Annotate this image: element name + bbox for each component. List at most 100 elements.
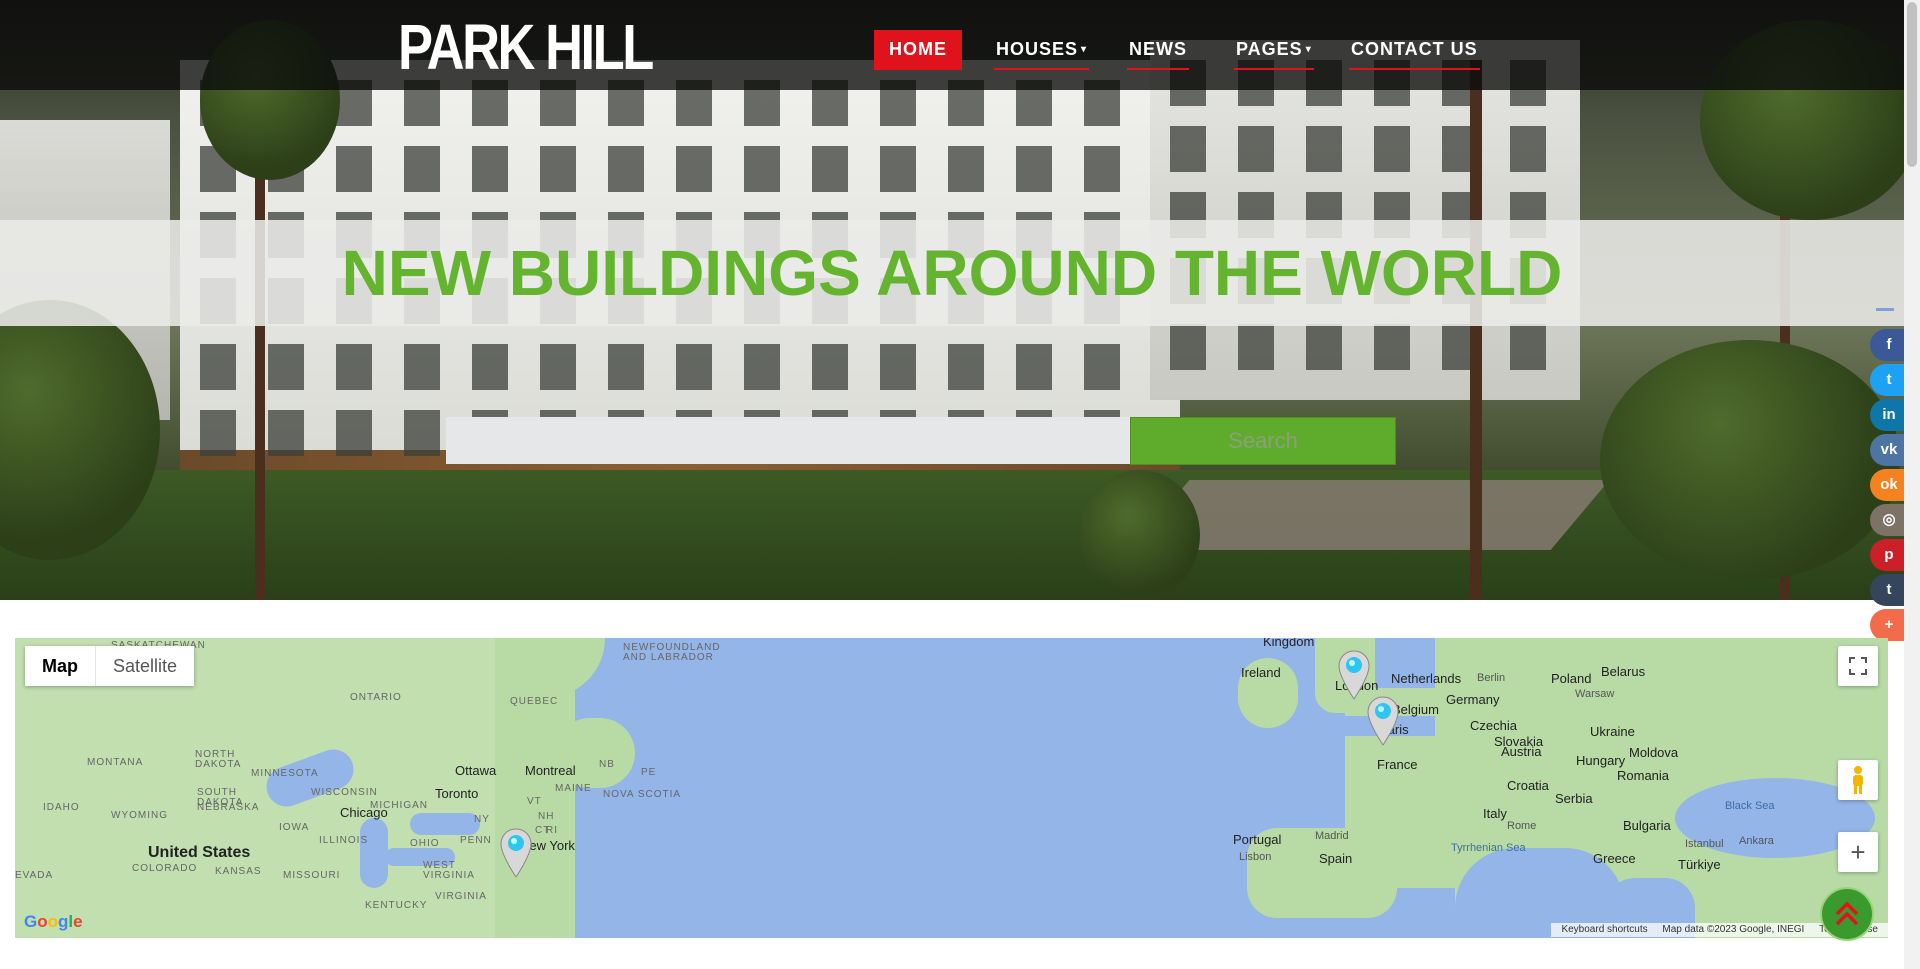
building-window bbox=[1016, 146, 1052, 192]
building-window bbox=[608, 344, 644, 390]
building-window bbox=[404, 410, 440, 456]
linkedin-icon[interactable]: in bbox=[1870, 399, 1904, 431]
map-label: IOWA bbox=[279, 822, 310, 833]
map-label: Lisbon bbox=[1239, 851, 1272, 863]
search-input[interactable] bbox=[446, 417, 1130, 464]
map-label: Warsaw bbox=[1575, 688, 1615, 700]
page-scrollbar-thumb[interactable] bbox=[1907, 2, 1917, 167]
site-logo[interactable]: PARK HILL bbox=[398, 12, 654, 82]
building-window bbox=[1016, 344, 1052, 390]
map-label: Madrid bbox=[1315, 830, 1349, 842]
map-label: PE bbox=[641, 767, 657, 778]
social-bar-toggle[interactable] bbox=[1876, 308, 1894, 311]
walkway bbox=[1130, 480, 1610, 550]
map-label: ONTARIO bbox=[350, 692, 402, 703]
map-label: VIRGINIA bbox=[423, 870, 475, 881]
building-window bbox=[200, 410, 236, 456]
map-label: Ukraine bbox=[1590, 724, 1635, 739]
chevron-down-icon: ▾ bbox=[1081, 44, 1088, 56]
building-window bbox=[336, 410, 372, 456]
map-label: United States bbox=[148, 844, 251, 861]
keyboard-shortcuts-link[interactable]: Keyboard shortcuts bbox=[1561, 924, 1647, 935]
building-window bbox=[540, 344, 576, 390]
map-label: Croatia bbox=[1507, 778, 1549, 793]
map-lake-ontario bbox=[410, 813, 480, 835]
back-to-top-button[interactable] bbox=[1822, 889, 1872, 939]
map-marker-new-york[interactable] bbox=[499, 828, 533, 878]
map-label: Moldova bbox=[1629, 745, 1679, 760]
map-label: Istanbul bbox=[1685, 838, 1724, 850]
tree bbox=[1080, 470, 1200, 600]
map-label: DAKOTA bbox=[195, 759, 242, 770]
building-window bbox=[1238, 324, 1274, 370]
tree bbox=[1600, 340, 1900, 580]
building-window bbox=[1238, 126, 1274, 172]
map-label: MAINE bbox=[555, 783, 592, 794]
nav-contact-us[interactable]: CONTACT US bbox=[1349, 30, 1480, 70]
map-label: ILLINOIS bbox=[319, 835, 369, 846]
building-window bbox=[1510, 126, 1546, 172]
nav-home[interactable]: HOME bbox=[874, 30, 962, 70]
map-data-text: Map data ©2023 Google, INEGI bbox=[1662, 924, 1805, 935]
building-window bbox=[404, 146, 440, 192]
map-label: Ottawa bbox=[455, 763, 497, 778]
building-window bbox=[1170, 126, 1206, 172]
map-type-map-button[interactable]: Map bbox=[25, 646, 95, 686]
map-label: QUEBEC bbox=[510, 696, 559, 707]
map-marker-paris[interactable] bbox=[1366, 696, 1400, 746]
instagram-icon[interactable]: ◎ bbox=[1870, 504, 1904, 536]
street-view-pegman[interactable] bbox=[1838, 760, 1878, 800]
map-label: Chicago bbox=[340, 805, 388, 820]
facebook-icon[interactable]: f bbox=[1870, 329, 1904, 361]
vk-icon[interactable]: vk bbox=[1870, 434, 1904, 466]
map-label: WYOMING bbox=[111, 810, 168, 821]
map-label: Portugal bbox=[1233, 832, 1282, 847]
map-marker-london[interactable] bbox=[1337, 650, 1371, 700]
google-map[interactable]: SASKATCHEWANNEWFOUNDLANDAND LABRADORONTA… bbox=[15, 638, 1888, 938]
more-icon[interactable]: + bbox=[1870, 609, 1904, 641]
building-window bbox=[880, 344, 916, 390]
map-label: Poland bbox=[1551, 671, 1592, 686]
building-window bbox=[948, 146, 984, 192]
pinterest-icon[interactable]: p bbox=[1870, 539, 1904, 571]
map-label: VT bbox=[527, 796, 542, 807]
building-window bbox=[472, 146, 508, 192]
twitter-icon[interactable]: t bbox=[1870, 364, 1904, 396]
map-type-satellite-button[interactable]: Satellite bbox=[95, 646, 194, 686]
map-label: EVADA bbox=[15, 870, 54, 881]
building-window bbox=[608, 146, 644, 192]
odnoklassniki-icon[interactable]: ok bbox=[1870, 469, 1904, 501]
building-window bbox=[1170, 324, 1206, 370]
building-window bbox=[744, 146, 780, 192]
double-chevron-up-icon bbox=[1835, 901, 1859, 926]
fullscreen-button[interactable] bbox=[1838, 646, 1878, 686]
map-label: MISSOURI bbox=[283, 870, 341, 881]
search-button[interactable]: Search bbox=[1130, 417, 1396, 465]
nav-news[interactable]: NEWS bbox=[1127, 30, 1189, 70]
map-label: NB bbox=[599, 759, 615, 770]
building-window bbox=[472, 344, 508, 390]
nav-pages[interactable]: PAGES ▾ bbox=[1234, 30, 1314, 70]
map-label: COLORADO bbox=[132, 863, 198, 874]
tumblr-icon[interactable]: t bbox=[1870, 574, 1904, 606]
map-label: NY bbox=[474, 814, 490, 825]
building-window bbox=[676, 146, 712, 192]
map-label: Ireland bbox=[1241, 665, 1281, 680]
map-label: Belarus bbox=[1601, 664, 1646, 679]
map-label: Toronto bbox=[435, 786, 479, 801]
building-window bbox=[268, 344, 304, 390]
map-label: Ankara bbox=[1739, 835, 1774, 847]
map-label: IDAHO bbox=[43, 802, 80, 813]
map-label: Rome bbox=[1507, 820, 1537, 832]
map-label: Türkiye bbox=[1678, 857, 1721, 872]
map-label: Bulgaria bbox=[1623, 818, 1671, 833]
tree-trunk bbox=[1470, 60, 1482, 600]
building-window bbox=[1084, 146, 1120, 192]
map-label: Kingdom bbox=[1263, 638, 1315, 649]
map-label: NH bbox=[538, 811, 555, 822]
zoom-in-button[interactable]: + bbox=[1838, 832, 1878, 872]
map-label: Hungary bbox=[1576, 753, 1626, 768]
nav-houses[interactable]: HOUSES ▾ bbox=[994, 30, 1090, 70]
building-window bbox=[812, 146, 848, 192]
building-window bbox=[1306, 126, 1342, 172]
